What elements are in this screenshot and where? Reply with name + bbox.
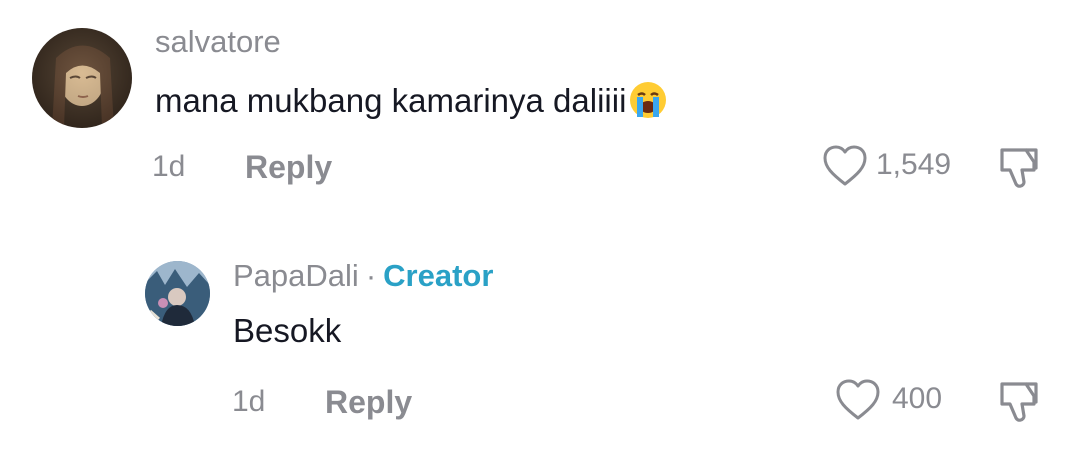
thumbs-down-icon[interactable] — [996, 378, 1044, 426]
reply-button[interactable]: Reply — [245, 149, 332, 185]
comment-username[interactable]: salvatore — [155, 24, 281, 60]
reply-text: Besokk — [233, 312, 342, 349]
reply-username[interactable]: PapaDali — [233, 258, 359, 293]
avatar-salvatore[interactable] — [32, 28, 132, 128]
comment-time: 1d — [152, 150, 186, 183]
comment-text: mana mukbang kamarinya daliiii — [155, 82, 627, 119]
separator-dot: · — [365, 258, 377, 293]
loudly-crying-face-icon — [628, 80, 668, 125]
reply-reply-button[interactable]: Reply — [325, 384, 412, 420]
reply-time: 1d — [232, 385, 266, 418]
reply-header: PapaDali · Creator — [233, 258, 493, 294]
heart-icon[interactable] — [822, 144, 868, 188]
creator-badge: Creator — [383, 258, 494, 293]
avatar-papadali[interactable] — [145, 261, 210, 326]
reply-like-count: 400 — [892, 382, 943, 415]
thumbs-down-icon[interactable] — [996, 144, 1044, 192]
comment-text-row: mana mukbang kamarinya daliiii — [155, 80, 668, 125]
heart-icon[interactable] — [835, 378, 881, 422]
like-count: 1,549 — [876, 148, 952, 181]
